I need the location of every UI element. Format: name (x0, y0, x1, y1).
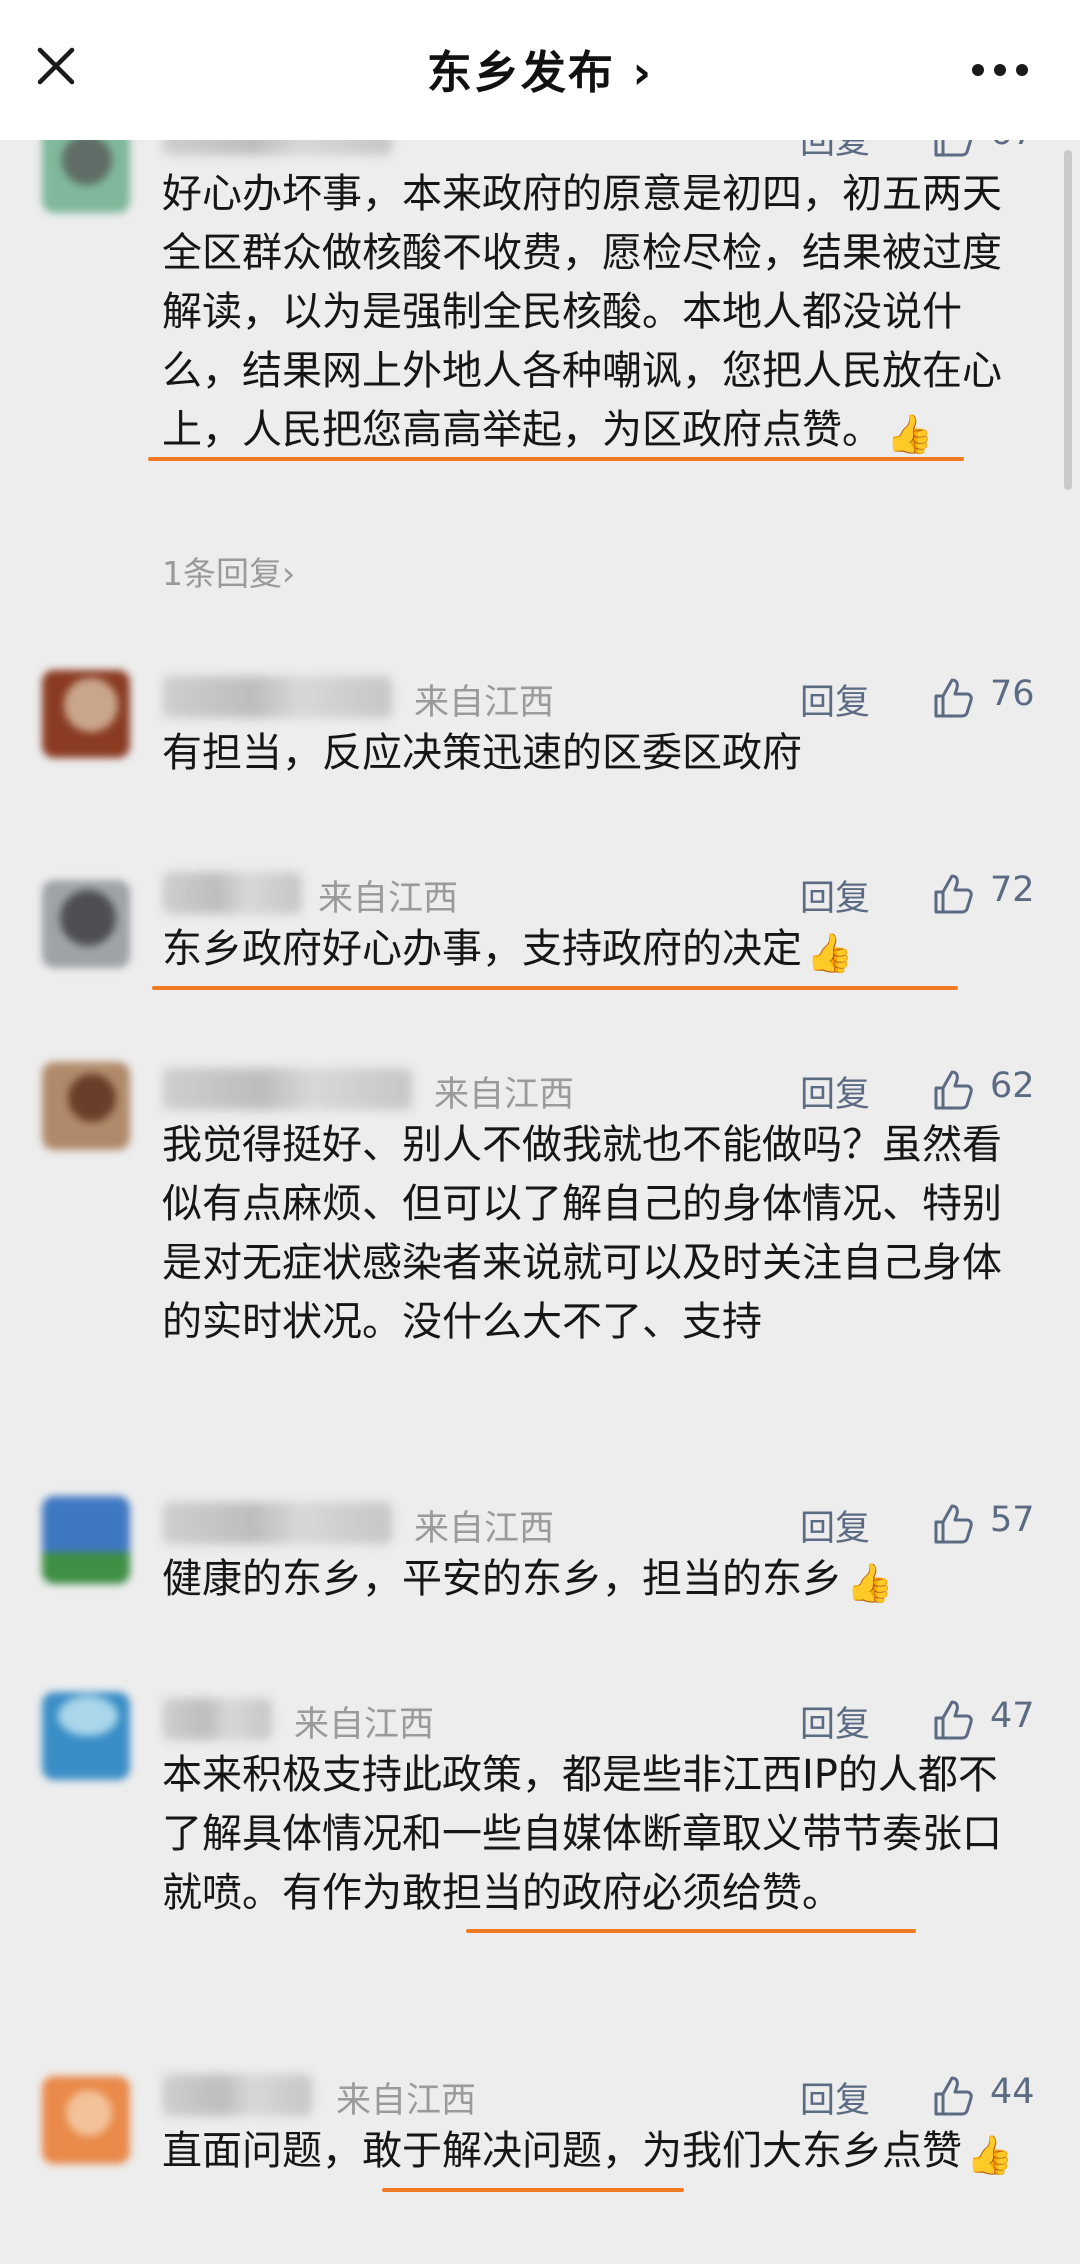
comment-location: 来自江西 (336, 2081, 477, 2121)
comment-text-content: 东乡政府好心办事，支持政府的决定 (162, 926, 802, 972)
username[interactable] (162, 2074, 312, 2116)
username[interactable] (162, 1698, 272, 1740)
reply-button[interactable]: 回复 (800, 1696, 870, 1747)
like-count: 76 (990, 674, 1035, 714)
avatar[interactable] (42, 880, 130, 968)
thumbs-up-emoji: 👍 (806, 931, 854, 975)
comment-location: 来自江西 (294, 1705, 435, 1745)
username[interactable] (162, 676, 392, 718)
username[interactable] (162, 140, 392, 155)
comment-location: 来自江西 (414, 683, 555, 723)
thumbs-up-emoji: 👍 (846, 1561, 894, 1605)
username[interactable] (162, 1068, 412, 1110)
comment-text: 直面问题，敢于解决问题，为我们大东乡点赞 👍 (162, 2122, 1030, 2185)
comment-location: 来自江西 (414, 1509, 555, 1549)
page-title[interactable]: 东乡发布 › (0, 36, 1080, 101)
scrollbar[interactable] (1064, 150, 1072, 490)
reply-button[interactable]: 回复 (800, 2072, 870, 2123)
comment-text: 我觉得挺好、别人不做我就也不能做吗？虽然看似有点麻烦、但可以了解自己的身体情况、… (162, 1122, 1002, 1345)
comment-location: 来自江西 (434, 1075, 575, 1115)
like-count: 67 (990, 140, 1035, 153)
reply-button[interactable]: 回复 (800, 674, 870, 725)
avatar[interactable] (42, 1496, 130, 1584)
highlight-underline (382, 2188, 684, 2192)
like-icon[interactable] (930, 2074, 974, 2118)
like-icon[interactable] (930, 140, 974, 159)
avatar[interactable] (42, 140, 130, 213)
like-icon[interactable] (930, 676, 974, 720)
more-icon[interactable] (970, 44, 1030, 94)
like-count: 47 (990, 1696, 1035, 1736)
avatar[interactable] (42, 1062, 130, 1150)
comment-text-content: 健康的东乡，平安的东乡，担当的东乡 (162, 1556, 842, 1602)
like-icon[interactable] (930, 872, 974, 916)
like-count: 44 (990, 2072, 1035, 2112)
comment-text: 健康的东乡，平安的东乡，担当的东乡 👍 (162, 1550, 1030, 1613)
comment-text: 好心办坏事，本来政府的原意是初四，初五两天全区群众做核酸不收费，愿检尽检，结果被… (162, 165, 1030, 464)
like-count: 62 (990, 1066, 1035, 1106)
avatar[interactable] (42, 1692, 130, 1780)
comment-text: 东乡政府好心办事，支持政府的决定 👍 (162, 920, 1030, 983)
comment-text: 本来积极支持此政策，都是些非江西IP的人都不了解具体情况和一些自媒体断章取义带节… (162, 1752, 1002, 1916)
like-count: 72 (990, 870, 1035, 910)
like-icon[interactable] (930, 1068, 974, 1112)
comment-text-content: 直面问题，敢于解决问题，为我们大东乡点赞 (162, 2128, 962, 2174)
top-bar: 东乡发布 › (0, 0, 1080, 140)
reply-button[interactable]: 回复 (800, 870, 870, 921)
like-icon[interactable] (930, 1698, 974, 1742)
comment-text: 有担当，反应决策迅速的区委区政府 (162, 730, 802, 776)
username[interactable] (162, 872, 302, 914)
avatar[interactable] (42, 2076, 130, 2164)
comment-location: 来自江西 (318, 879, 459, 919)
username[interactable] (162, 1502, 392, 1544)
comment-text-content: 好心办坏事，本来政府的原意是初四，初五两天全区群众做核酸不收费，愿检尽检，结果被… (162, 171, 1002, 453)
like-icon[interactable] (930, 1502, 974, 1546)
highlight-underline (148, 457, 964, 461)
highlight-underline (152, 986, 958, 990)
comment-feed[interactable]: 回复 67 好心办坏事，本来政府的原意是初四，初五两天全区群众做核酸不收费，愿检… (0, 140, 1080, 2264)
reply-button[interactable]: 回复 (800, 1066, 870, 1117)
highlight-underline (466, 1929, 916, 1933)
reply-button[interactable]: 回复 (800, 140, 870, 164)
reply-button[interactable]: 回复 (800, 1500, 870, 1551)
thumbs-up-emoji: 👍 (886, 412, 934, 456)
avatar[interactable] (42, 670, 130, 758)
thumbs-up-emoji: 👍 (966, 2133, 1014, 2177)
like-count: 57 (990, 1500, 1035, 1540)
sub-replies-link[interactable]: 1条回复› (162, 547, 295, 595)
